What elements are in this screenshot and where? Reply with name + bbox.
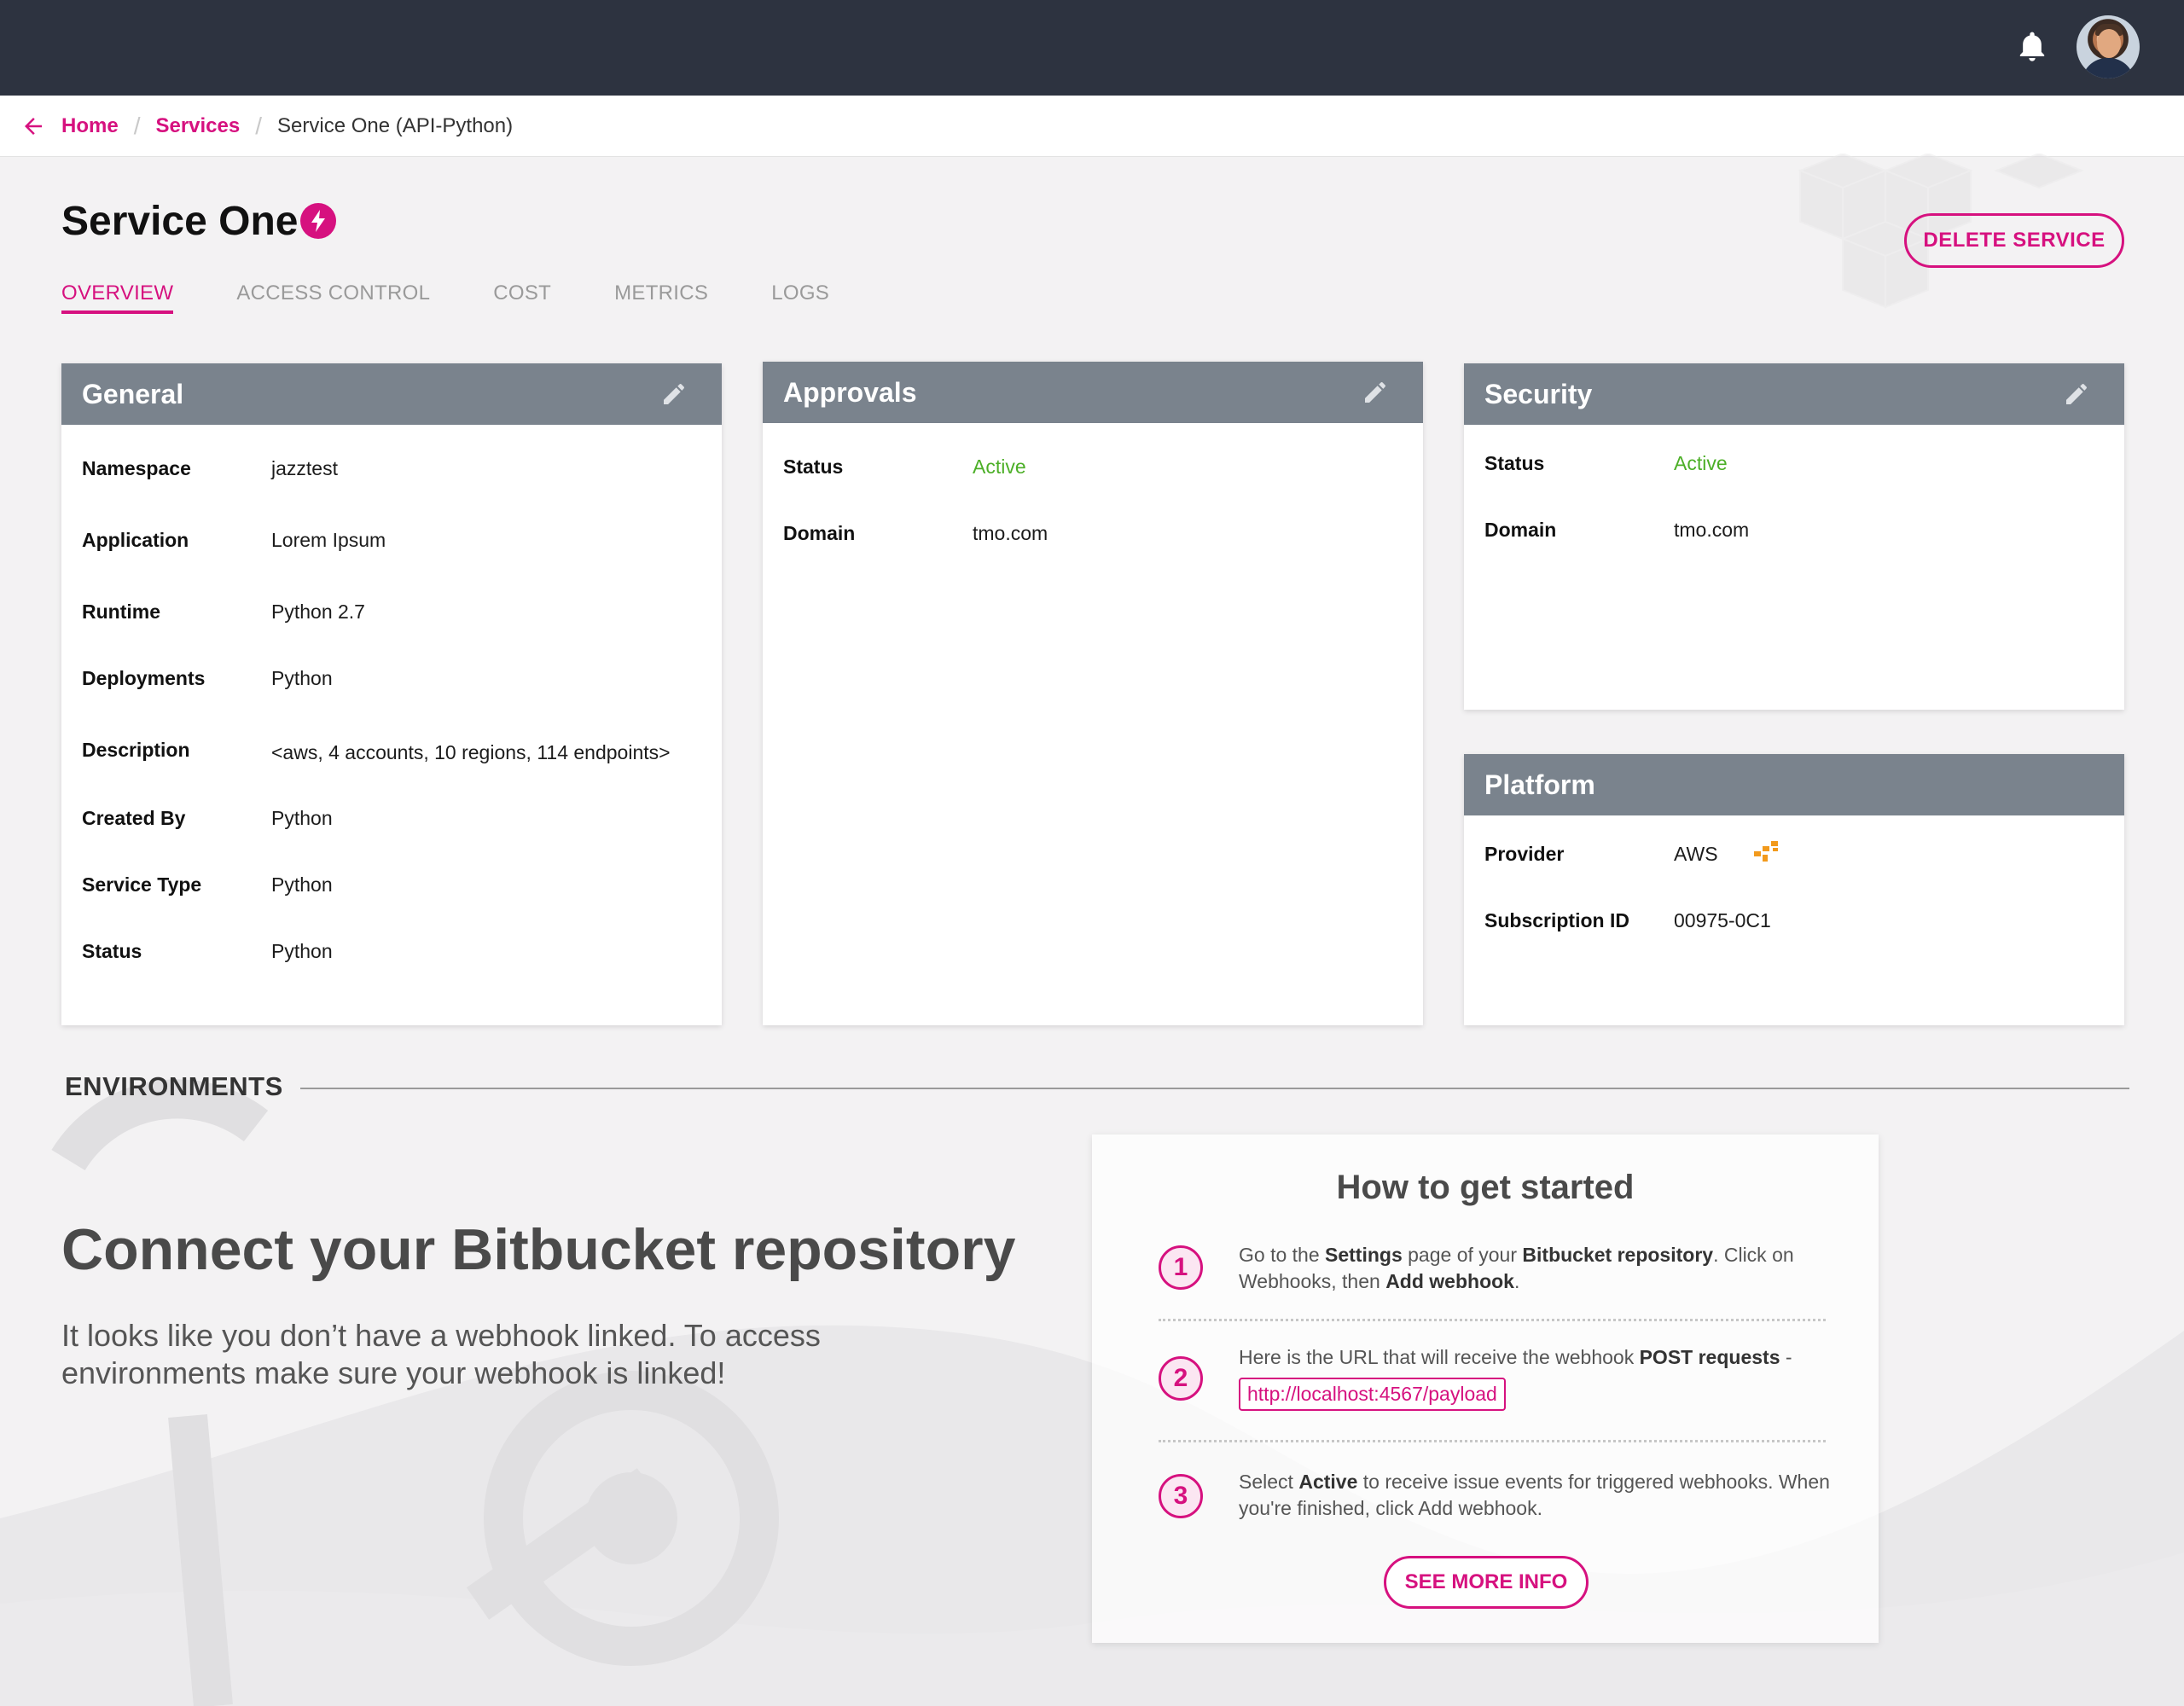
general-card-header: General	[61, 363, 722, 425]
step-number: 3	[1159, 1474, 1203, 1518]
field-label: Status	[783, 456, 844, 478]
field-label: Domain	[783, 522, 856, 544]
breadcrumb: Home / Services / Service One (API-Pytho…	[0, 96, 2184, 157]
field-value: tmo.com	[1674, 519, 1750, 541]
divider	[300, 1088, 2129, 1089]
step-2-text: Here is the URL that will receive the we…	[1239, 1344, 1836, 1411]
security-card: Security Status Active Domain tmo.com	[1464, 363, 2124, 710]
field-label: Subscription ID	[1484, 909, 1629, 931]
step-text-part: Here is the URL that will receive the we…	[1239, 1346, 1640, 1368]
step-text-part: Select	[1239, 1471, 1299, 1493]
pencil-icon[interactable]	[2063, 380, 2090, 408]
tab-overview[interactable]: OVERVIEW	[61, 281, 174, 314]
step-text-bold: POST requests	[1639, 1346, 1780, 1368]
aws-logo-icon	[1754, 841, 1778, 862]
webhook-url[interactable]: http://localhost:4567/payload	[1239, 1378, 1506, 1411]
pencil-icon[interactable]	[1362, 379, 1389, 406]
field-value: Python	[271, 807, 333, 829]
tab-bar: OVERVIEW ACCESS CONTROL COST METRICS LOG…	[61, 281, 892, 314]
step-text-bold: Bitbucket repository	[1522, 1244, 1714, 1266]
step-text-bold: Add webhook	[1385, 1270, 1514, 1292]
step-text-part: page of your	[1402, 1244, 1523, 1266]
field-label: Service Type	[82, 873, 202, 896]
step-text-part: Go to the	[1239, 1244, 1326, 1266]
step-number: 2	[1159, 1356, 1203, 1401]
status-value: Active	[1674, 452, 1728, 474]
step-number: 1	[1159, 1245, 1203, 1290]
step-divider	[1159, 1319, 1826, 1321]
environments-heading: ENVIRONMENTS	[65, 1071, 283, 1101]
user-avatar[interactable]	[2077, 15, 2140, 78]
tab-cost[interactable]: COST	[493, 281, 551, 314]
platform-card: Platform Provider AWS Subscription ID 00…	[1464, 754, 2124, 1025]
bell-icon[interactable]	[2015, 29, 2049, 67]
field-label: Created By	[82, 807, 186, 829]
platform-card-header: Platform	[1464, 754, 2124, 815]
step-1-text: Go to the Settings page of your Bitbucke…	[1239, 1242, 1836, 1295]
tab-logs[interactable]: LOGS	[771, 281, 829, 314]
pencil-icon[interactable]	[660, 380, 688, 408]
delete-service-button[interactable]: DELETE SERVICE	[1904, 213, 2124, 268]
field-label: Deployments	[82, 667, 206, 689]
field-value: Python 2.7	[271, 601, 365, 623]
page-title: Service One	[61, 199, 299, 244]
approvals-card: Approvals Status Active Domain tmo.com	[763, 362, 1423, 1025]
connect-heading: Connect your Bitbucket repository	[61, 1217, 1016, 1282]
field-value: <aws, 4 accounts, 10 regions, 114 endpoi…	[271, 741, 671, 763]
breadcrumb-home-link[interactable]: Home	[61, 114, 119, 138]
field-value: Python	[271, 940, 333, 962]
field-label: Runtime	[82, 601, 160, 623]
security-card-header: Security	[1464, 363, 2124, 425]
step-text-part: .	[1513, 1270, 1520, 1292]
breadcrumb-current: Service One (API-Python)	[277, 113, 514, 137]
step-3-text: Select Active to receive issue events fo…	[1239, 1469, 1836, 1522]
field-label: Status	[82, 940, 142, 962]
card-title: Approvals	[783, 376, 917, 408]
step-text-bold: Settings	[1325, 1244, 1403, 1266]
avatar-face	[2097, 29, 2121, 58]
approvals-card-header: Approvals	[763, 362, 1423, 423]
breadcrumb-services-link[interactable]: Services	[155, 114, 240, 138]
field-value: Python	[271, 667, 333, 689]
field-label: Description	[82, 739, 190, 761]
card-title: Security	[1484, 378, 1593, 409]
step-text-bold: Active	[1298, 1471, 1358, 1493]
field-label: Application	[82, 529, 189, 551]
step-text-part: -	[1780, 1346, 1792, 1368]
tab-metrics[interactable]: METRICS	[614, 281, 708, 314]
field-value: AWS	[1674, 843, 1718, 865]
see-more-info-button[interactable]: SEE MORE INFO	[1384, 1556, 1589, 1609]
field-value: 00975-0C1	[1674, 909, 1771, 931]
top-navbar	[0, 0, 2184, 96]
status-value: Active	[973, 456, 1026, 478]
field-label: Status	[1484, 452, 1545, 474]
tab-access-control[interactable]: ACCESS CONTROL	[236, 281, 430, 314]
arrow-left-icon[interactable]	[20, 113, 46, 139]
get-started-panel: How to get started 1 Go to the Settings …	[1092, 1134, 1879, 1643]
field-value: tmo.com	[973, 522, 1048, 544]
field-label: Domain	[1484, 519, 1557, 541]
connect-description: It looks like you don’t have a webhook l…	[61, 1318, 821, 1390]
card-title: General	[82, 378, 184, 409]
avatar-suit	[2082, 58, 2135, 78]
card-title: Platform	[1484, 769, 1595, 800]
field-value: jazztest	[271, 457, 338, 479]
general-card: General Namespace jazztest Application L…	[61, 363, 722, 1025]
field-label: Provider	[1484, 843, 1565, 865]
lightning-bolt-icon	[300, 203, 336, 239]
breadcrumb-separator: /	[133, 112, 141, 139]
get-started-title: How to get started	[1336, 1169, 1635, 1206]
field-value: Python	[271, 873, 333, 896]
field-value: Lorem Ipsum	[271, 529, 386, 551]
field-label: Namespace	[82, 457, 191, 479]
breadcrumb-separator: /	[255, 112, 263, 139]
step-divider	[1159, 1440, 1826, 1442]
